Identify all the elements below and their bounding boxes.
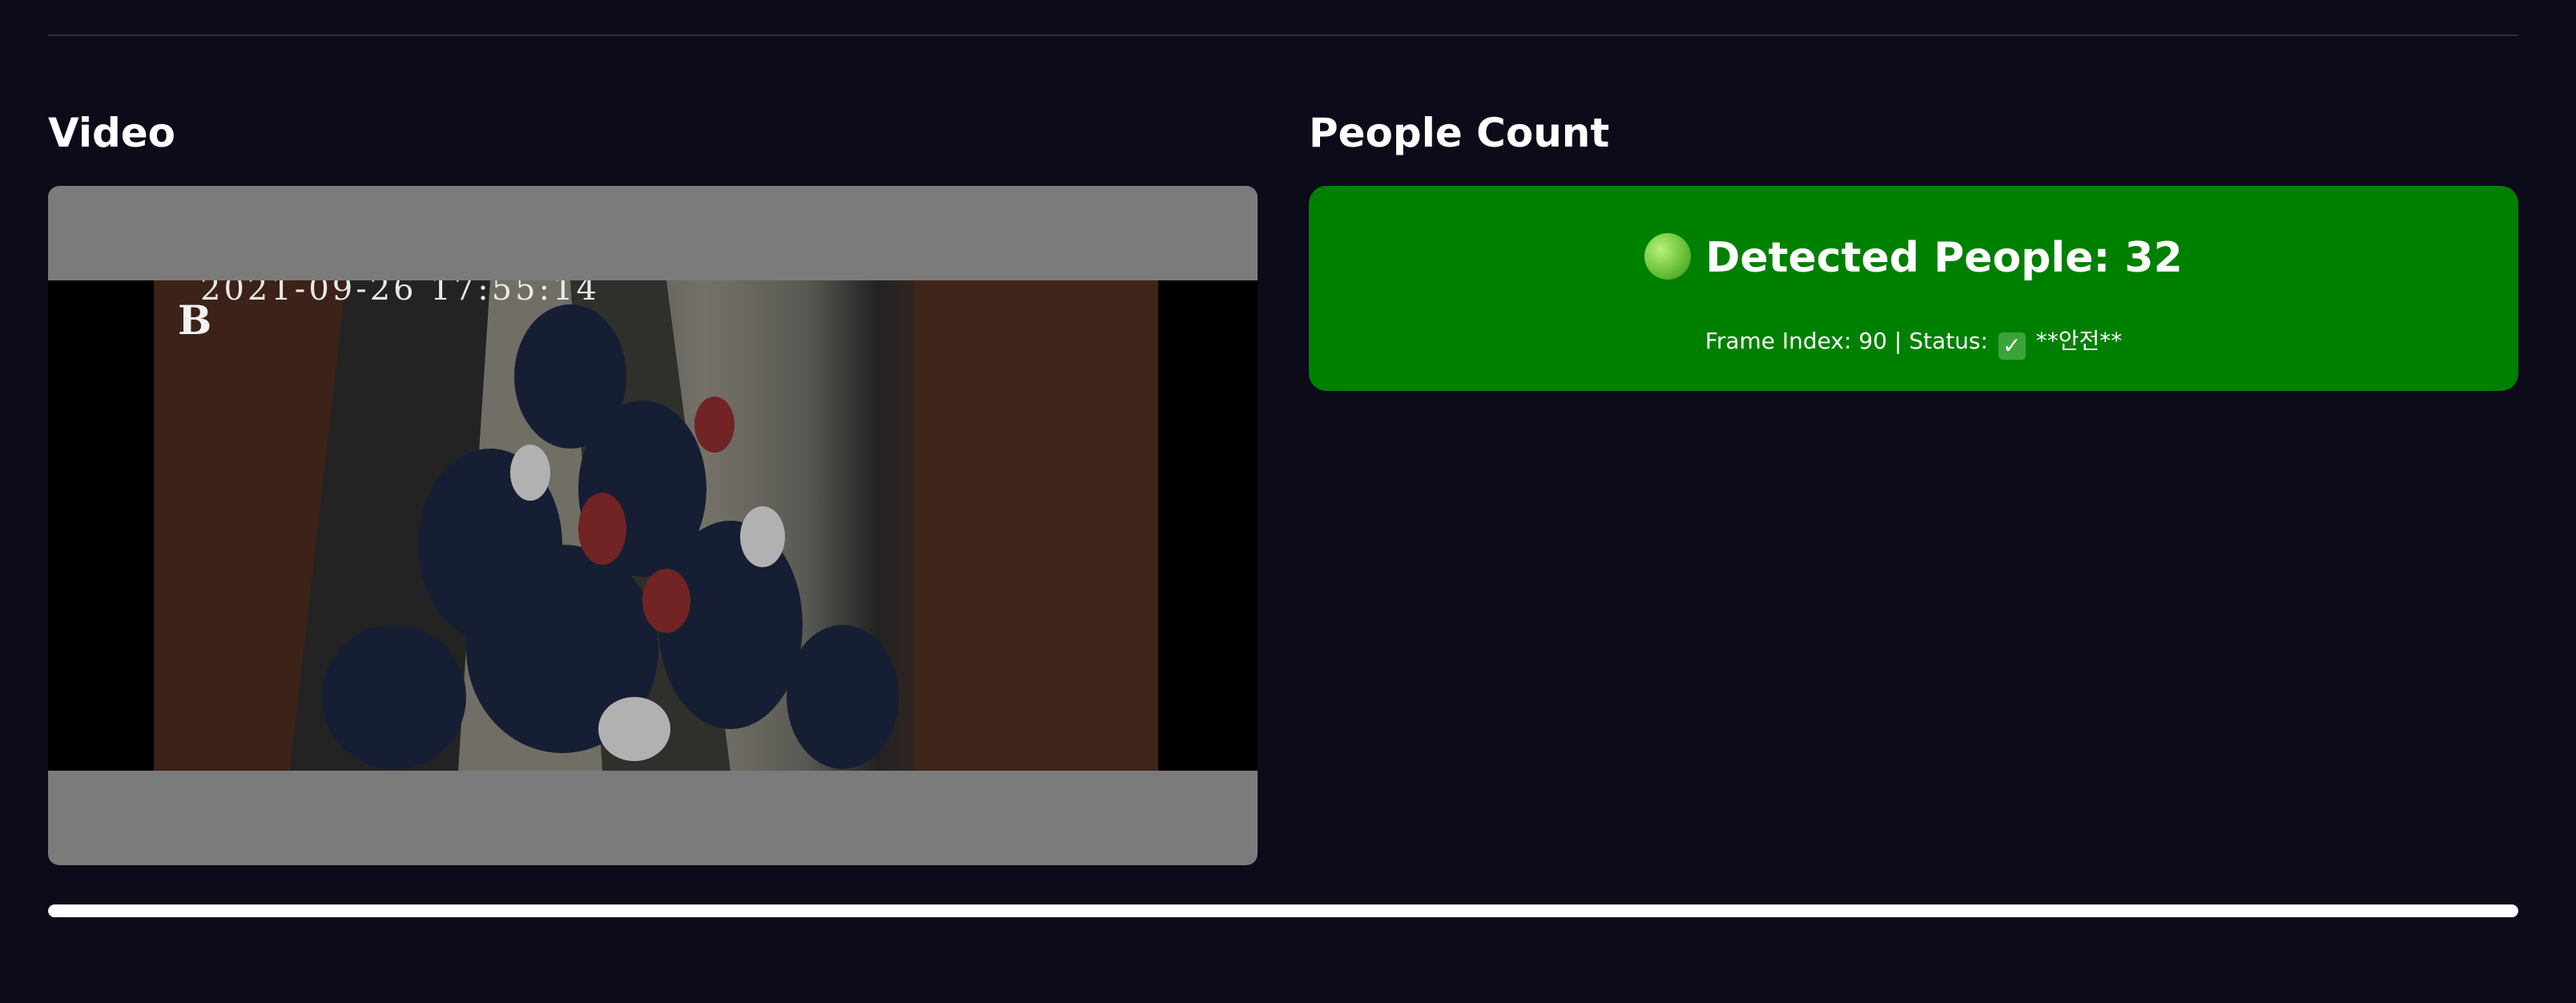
frame-status-line: Frame Index: 90 | Status: ✓ **안전** <box>1309 325 2518 360</box>
detected-people-count: 32 <box>2124 234 2183 282</box>
status-value: **안전** <box>2035 328 2123 354</box>
check-mark-icon: ✓ <box>1998 332 2026 360</box>
frame-index-value: 90 <box>1858 328 1887 354</box>
people-count-card: Detected People: 32 Frame Index: 90 | St… <box>1309 186 2518 391</box>
detected-people-label: Detected People: <box>1705 234 2111 282</box>
progress-bar-fill <box>48 904 2518 917</box>
frame-index-label: Frame Index: <box>1705 328 1852 354</box>
video-logo: B <box>178 296 212 344</box>
app-root: Video People Count 2021-09-26 17:55:14 B… <box>0 0 2576 1003</box>
detected-people-headline: Detected People: 32 <box>1309 229 2518 287</box>
people-count-section-title: People Count <box>1309 110 1610 156</box>
video-canvas: 2021-09-26 17:55:14 B <box>48 280 1258 771</box>
video-timestamp: 2021-09-26 17:55:14 <box>200 280 600 308</box>
separator: | <box>1894 328 1902 354</box>
green-circle-icon <box>1644 233 1692 280</box>
progress-bar <box>48 904 2518 917</box>
status-label: Status: <box>1909 328 1988 354</box>
video-frame-image: 2021-09-26 17:55:14 B <box>154 280 1158 771</box>
video-scene-illustration <box>154 280 1158 771</box>
video-section-title: Video <box>48 110 176 156</box>
top-divider <box>48 34 2518 36</box>
video-player[interactable]: 2021-09-26 17:55:14 B <box>48 186 1258 865</box>
